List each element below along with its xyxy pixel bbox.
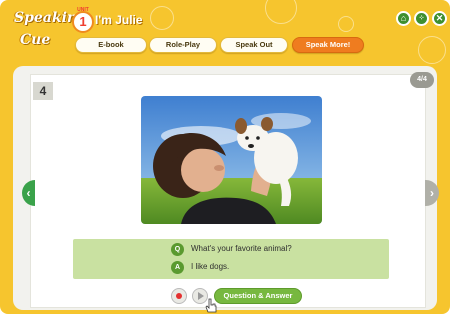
header-bar: Speaking Cue UNIT 1 I'm Julie E-book Rol… [0, 0, 450, 64]
tab-role-play[interactable]: Role-Play [149, 37, 217, 53]
decor-bubble [150, 6, 174, 30]
page-number: 4 [33, 82, 53, 100]
page-count-badge: 4/4 [410, 72, 434, 88]
record-button[interactable] [171, 288, 187, 304]
answer-badge: A [171, 261, 184, 274]
close-icon[interactable]: ✕ [432, 11, 447, 26]
unit-badge: UNIT 1 [72, 7, 94, 33]
tab-speak-out[interactable]: Speak Out [220, 37, 288, 53]
answer-text: I like dogs. [191, 262, 230, 271]
decor-bubble [265, 0, 297, 24]
tab-speak-more[interactable]: Speak More! [292, 37, 364, 53]
photo-illustration [141, 96, 322, 224]
hand-cursor-icon [205, 298, 217, 313]
boy-with-puppy-photo [141, 96, 322, 224]
question-badge: Q [171, 243, 184, 256]
tab-ebook[interactable]: E-book [75, 37, 147, 53]
app-logo: Speaking Cue [10, 8, 87, 56]
unit-number: 1 [79, 14, 87, 29]
menu-icon[interactable]: ⁘ [414, 11, 429, 26]
question-text: What's your favorite animal? [191, 244, 292, 253]
question-answer-button[interactable]: Question & Answer [214, 288, 302, 304]
decor-bubble [338, 16, 354, 32]
unit-label: UNIT [77, 7, 89, 13]
qa-box: Q What's your favorite animal? A I like … [73, 239, 389, 279]
logo-text-bottom: Cue [20, 32, 51, 48]
home-icon[interactable]: ⌂ [396, 11, 411, 26]
app-window: Speaking Cue UNIT 1 I'm Julie E-book Rol… [0, 0, 450, 314]
record-icon [176, 293, 182, 299]
unit-title: I'm Julie [95, 13, 143, 27]
decor-bubble [418, 36, 446, 64]
